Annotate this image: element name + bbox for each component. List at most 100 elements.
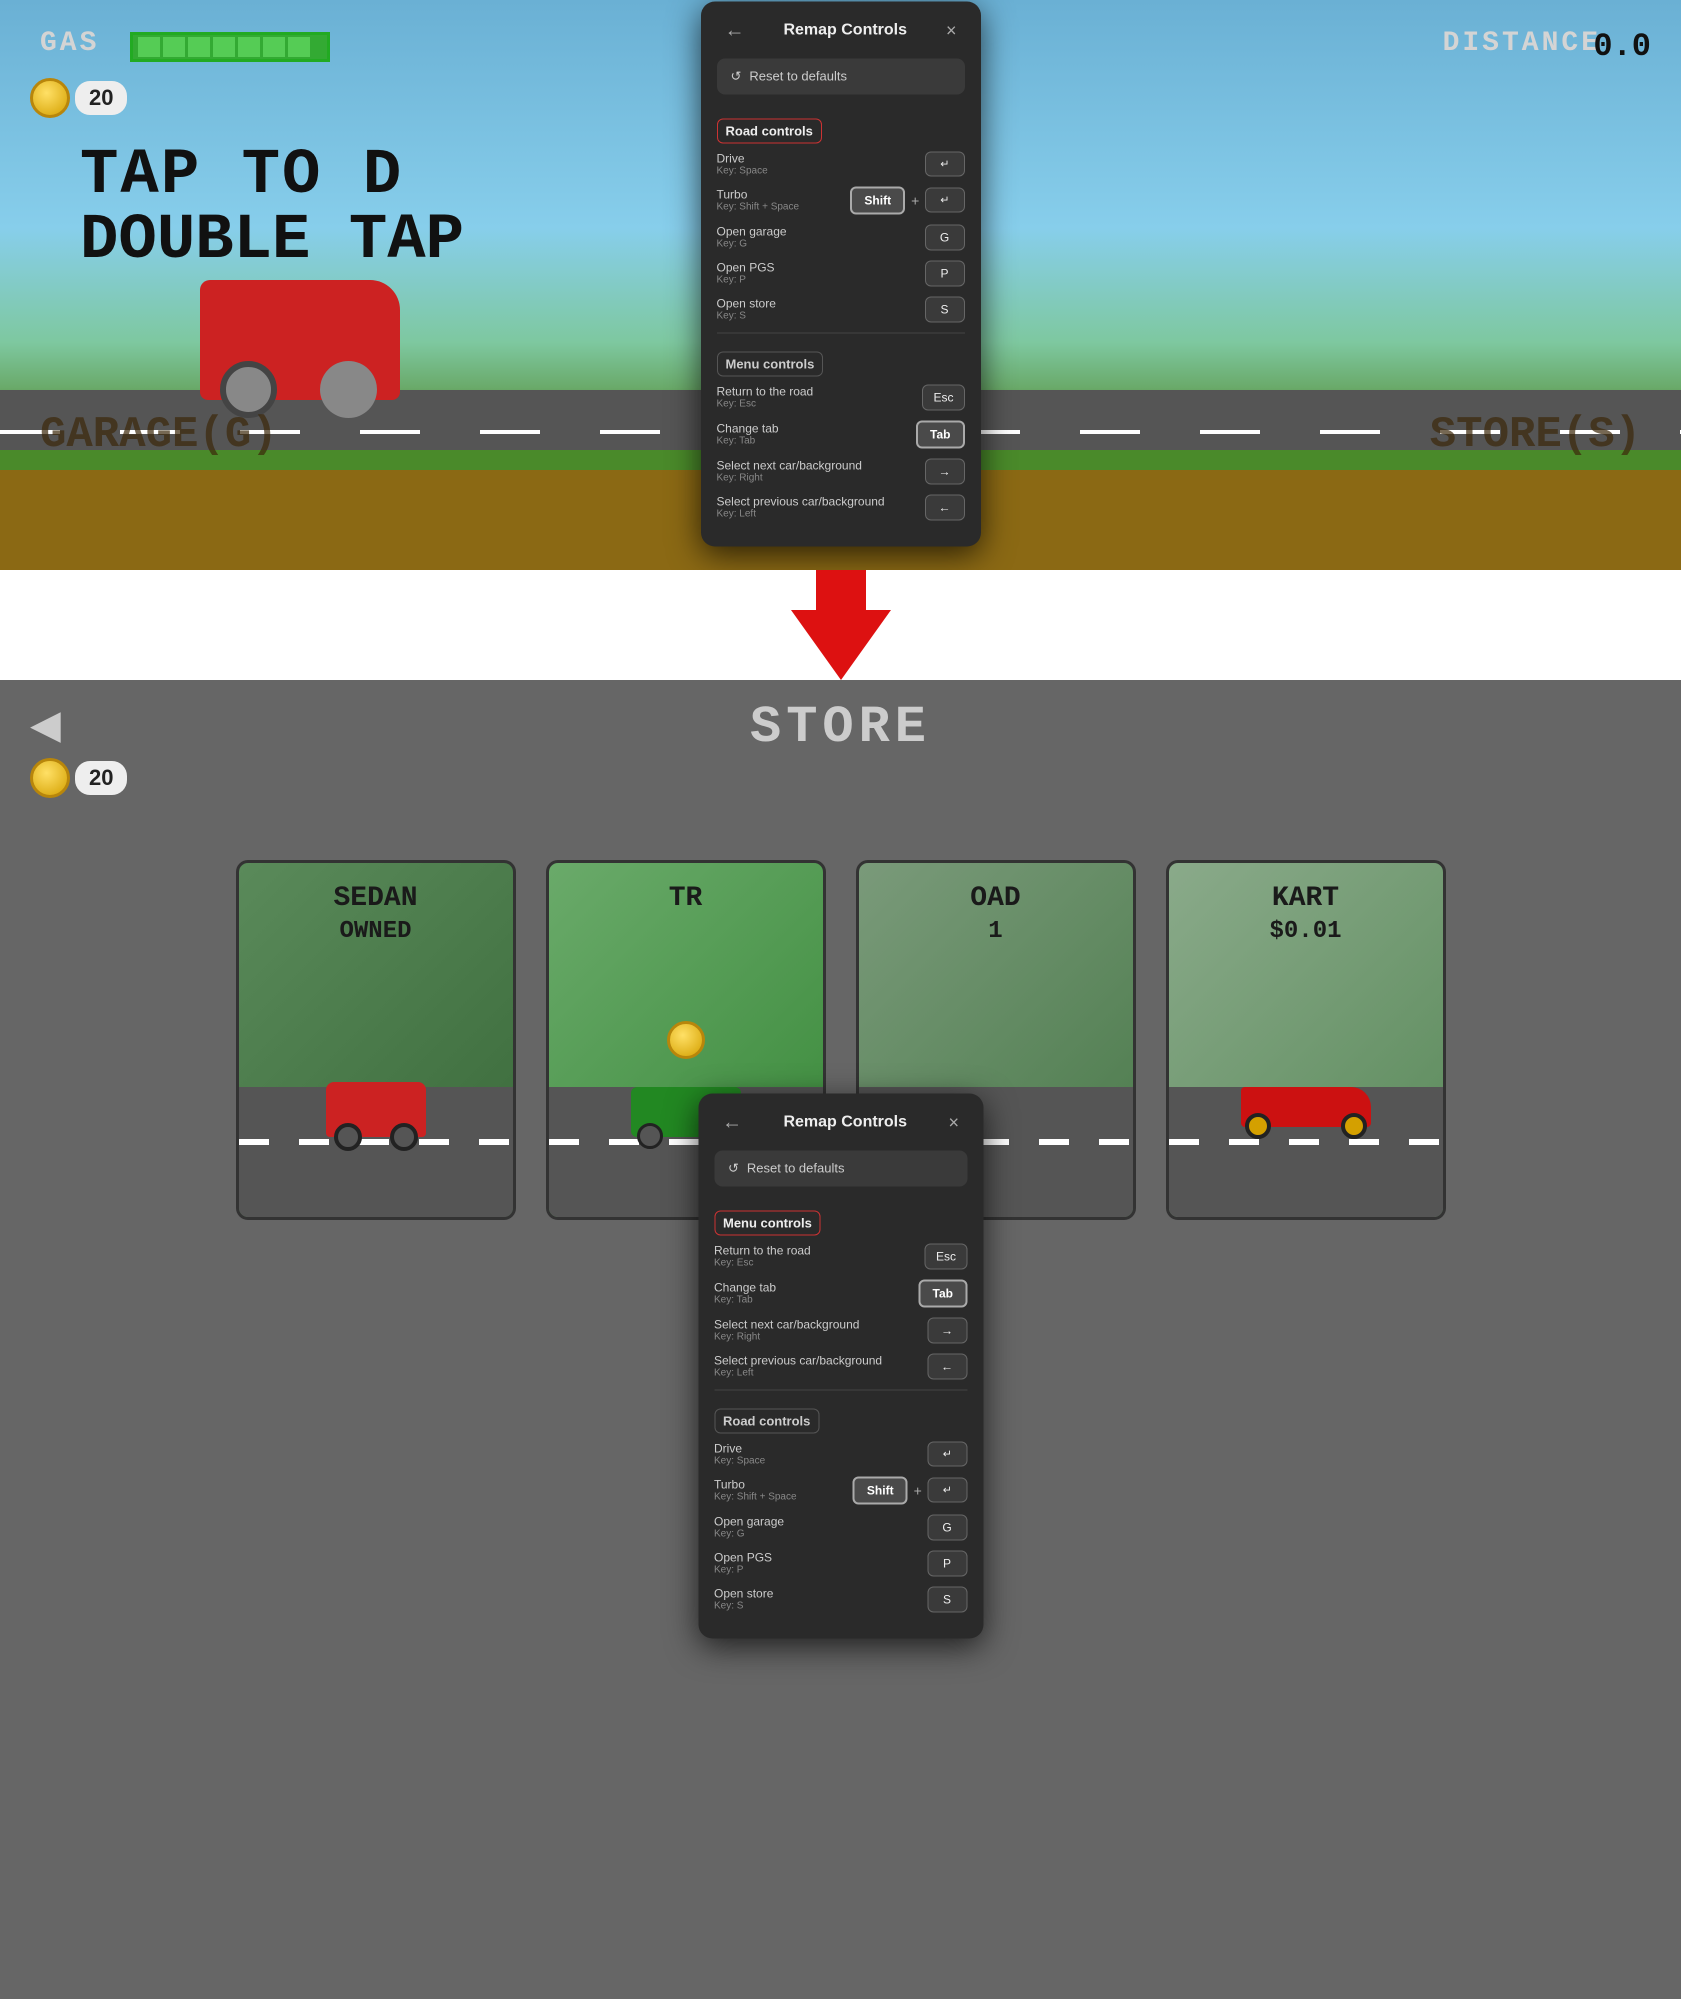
remap-controls-modal-bottom: ← Remap Controls × ↺ Reset to defaults M… (698, 1093, 983, 1638)
control-row-store-top: Open store Key: S S (717, 296, 965, 322)
turbo-keys-bottom: Shift + ↵ (853, 1476, 967, 1504)
truck-car (200, 280, 400, 400)
modal-title-top: Remap Controls (753, 22, 938, 40)
tab-key-button-top[interactable]: Tab (916, 420, 964, 448)
store-key-button-bottom[interactable]: S (927, 1586, 967, 1612)
gas-segment (138, 37, 160, 57)
arrow-section (0, 570, 1681, 680)
pgs-subkey: Key: P (717, 275, 775, 286)
turbo-space-key-bottom[interactable]: ↵ (928, 1478, 967, 1503)
turbo-keys: Shift + ↵ (850, 186, 964, 214)
coin-icon (30, 78, 70, 118)
garage-action-subkey: Key: G (717, 239, 787, 250)
control-row-turbo-top: Turbo Key: Shift + Space Shift + ↵ (717, 186, 965, 214)
turbo-label: Turbo (717, 188, 800, 202)
drive-subkey: Key: Space (717, 165, 768, 176)
left-key-button-top[interactable]: ← (925, 494, 965, 520)
modal-back-button-top[interactable]: ← (717, 17, 753, 44)
pgs-label-bottom: Open PGS (714, 1551, 772, 1565)
gas-segment (288, 37, 310, 57)
control-row-prev-top: Select previous car/background Key: Left… (717, 494, 965, 520)
coin-badge-top: 20 (30, 78, 127, 118)
oad-sub: 1 (859, 918, 1133, 945)
bottom-game-section: STORE ◀ 20 SEDAN OWNED TR (0, 680, 1681, 1999)
right-key-button-bottom[interactable]: → (927, 1317, 967, 1343)
control-row-prev-bottom: Select previous car/background Key: Left… (714, 1353, 967, 1379)
control-row-garage-bottom: Open garage Key: G G (714, 1514, 967, 1540)
pgs-key-button[interactable]: P (925, 260, 965, 286)
right-key-button-top[interactable]: → (925, 458, 965, 484)
garage-action-label-bottom: Open garage (714, 1515, 784, 1529)
gas-bar (130, 32, 330, 62)
distance-label: DISTANCE (1443, 28, 1601, 59)
store-back-button[interactable]: ◀ (30, 702, 61, 748)
car-card-kart[interactable]: KART $0.01 (1166, 860, 1446, 1220)
tab-key-button-bottom[interactable]: Tab (919, 1279, 967, 1307)
store-action-label-bottom: Open store (714, 1587, 773, 1601)
esc-key-button-top[interactable]: Esc (922, 384, 964, 410)
changetab-label-bottom: Change tab (714, 1281, 776, 1295)
garage-key-button[interactable]: G (925, 224, 965, 250)
gas-label: GAS (40, 28, 99, 59)
sedan-wheel-r (390, 1123, 418, 1151)
remap-controls-modal-top: ← Remap Controls × ↺ Reset to defaults R… (701, 1, 981, 546)
sedan-sub: OWNED (239, 918, 513, 945)
garage-key-button-bottom[interactable]: G (927, 1514, 967, 1540)
car-card-sedan[interactable]: SEDAN OWNED (236, 860, 516, 1220)
store-action-subkey-bottom: Key: S (714, 1601, 773, 1612)
reset-icon: ↺ (731, 68, 742, 84)
double-tap-text: DOUBLE TAP (80, 205, 464, 277)
drive-label-bottom: Drive (714, 1441, 765, 1455)
section-divider-bottom (714, 1389, 967, 1390)
menu-controls-header-bottom: Menu controls (714, 1210, 821, 1235)
turbo-shift-key[interactable]: Shift (850, 186, 905, 214)
top-game-section: GAS 20 DISTANCE 0.0 TAP TO D DOUBLE TAP … (0, 0, 1681, 570)
road-controls-section-bottom: Road controls Drive Key: Space ↵ Turbo K… (714, 1398, 967, 1612)
turbo-space-key[interactable]: ↵ (925, 188, 964, 213)
changetab-subkey-top: Key: Tab (717, 436, 779, 447)
modal-close-button-top[interactable]: × (938, 18, 965, 43)
turbo-shift-key-bottom[interactable]: Shift (853, 1476, 908, 1504)
store-action-subkey: Key: S (717, 311, 776, 322)
store-key-button[interactable]: S (925, 296, 965, 322)
turbo-subkey: Key: Shift + Space (717, 202, 800, 213)
kart-price: $0.01 (1169, 918, 1443, 945)
sedan-wheel-l (334, 1123, 362, 1151)
modal-back-button-bottom[interactable]: ← (714, 1109, 750, 1136)
drive-key-button-bottom[interactable]: ↵ (928, 1441, 967, 1466)
garage-action-label: Open garage (717, 225, 787, 239)
oad-label: OAD (859, 883, 1133, 914)
store-label-top: STORE(S) (1430, 410, 1641, 460)
reset-label-bottom: Reset to defaults (747, 1161, 845, 1176)
kart-wheel-fl (1245, 1113, 1271, 1139)
pgs-subkey-bottom: Key: P (714, 1565, 772, 1576)
control-row-changetab-bottom: Change tab Key: Tab Tab (714, 1279, 967, 1307)
menu-controls-header-top: Menu controls (717, 351, 824, 376)
control-row-changetab-top: Change tab Key: Tab Tab (717, 420, 965, 448)
esc-key-button-bottom[interactable]: Esc (925, 1243, 967, 1269)
gas-segment (163, 37, 185, 57)
pgs-key-button-bottom[interactable]: P (927, 1550, 967, 1576)
menu-controls-section-top: Menu controls Return to the road Key: Es… (717, 341, 965, 520)
reset-defaults-button-top[interactable]: ↺ Reset to defaults (717, 58, 965, 94)
control-row-return-top: Return to the road Key: Esc Esc (717, 384, 965, 410)
road-controls-section-top: Road controls Drive Key: Space ↵ Turbo K… (717, 108, 965, 322)
next-label-bottom: Select next car/background (714, 1318, 859, 1332)
reset-defaults-button-bottom[interactable]: ↺ Reset to defaults (714, 1150, 967, 1186)
tr-wheel-l (637, 1123, 663, 1149)
road-controls-header-top: Road controls (717, 118, 822, 143)
modal-close-button-bottom[interactable]: × (940, 1110, 967, 1135)
coin-badge-bottom: 20 (30, 758, 127, 798)
down-arrow-indicator (791, 570, 891, 680)
kart-wheel-fr (1341, 1113, 1367, 1139)
left-key-button-bottom[interactable]: ← (927, 1353, 967, 1379)
drive-key-button[interactable]: ↵ (925, 151, 964, 176)
distance-value: 0.0 (1593, 28, 1651, 65)
next-subkey-top: Key: Right (717, 473, 862, 484)
turbo-subkey-bottom: Key: Shift + Space (714, 1492, 797, 1503)
modal-title-bottom: Remap Controls (750, 1114, 940, 1132)
return-subkey-top: Key: Esc (717, 399, 814, 410)
tr-coin (667, 1021, 705, 1059)
return-subkey-bottom: Key: Esc (714, 1258, 811, 1269)
turbo-label-bottom: Turbo (714, 1478, 797, 1492)
